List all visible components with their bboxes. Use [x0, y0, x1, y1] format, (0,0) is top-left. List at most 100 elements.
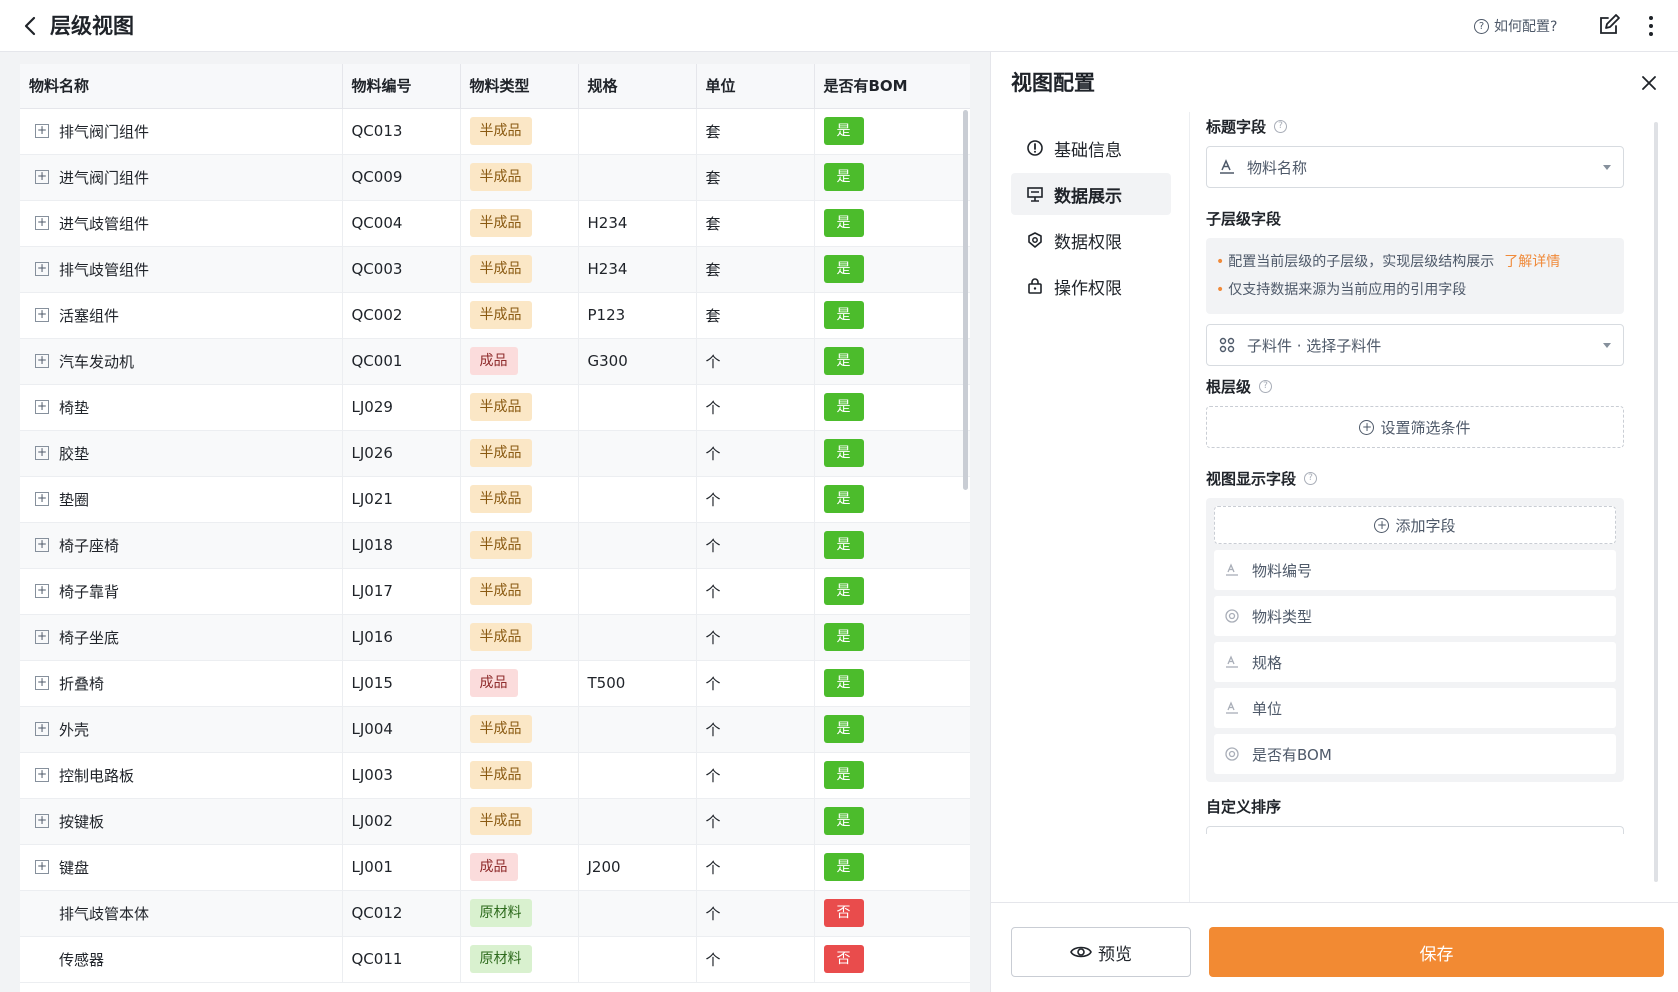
expand-icon[interactable]: +: [35, 446, 49, 460]
option-icon: [1224, 746, 1240, 762]
note-text: 仅支持数据来源为当前应用的引用字段: [1228, 282, 1467, 298]
expand-icon[interactable]: +: [35, 768, 49, 782]
expand-icon[interactable]: +: [35, 216, 49, 230]
table-row[interactable]: + 折叠椅 LJ015 成品 T500 个是: [20, 660, 970, 707]
material-type-cell: 半成品: [460, 614, 579, 661]
display-field-item[interactable]: 规格: [1214, 642, 1616, 682]
expand-icon[interactable]: +: [35, 860, 49, 874]
material-type-tag: 半成品: [469, 439, 532, 467]
close-button[interactable]: [1638, 72, 1660, 94]
nav-item-operation-permission[interactable]: 操作权限: [1011, 265, 1171, 307]
custom-sort-select[interactable]: [1206, 826, 1624, 834]
table-row[interactable]: + 排气歧管组件 QC003 半成品 H234 套是: [20, 246, 970, 293]
table-row[interactable]: + 进气阀门组件 QC009 半成品 套是: [20, 154, 970, 201]
expand-icon[interactable]: +: [35, 676, 49, 690]
display-field-label: 单位: [1252, 699, 1283, 718]
material-type-cell: 半成品: [460, 798, 579, 845]
display-field-item[interactable]: 是否有BOM: [1214, 734, 1616, 774]
expand-icon[interactable]: +: [35, 308, 49, 322]
expand-icon[interactable]: +: [35, 814, 49, 828]
config-scrollbar[interactable]: [1654, 122, 1658, 882]
expand-icon[interactable]: +: [35, 262, 49, 276]
table-scrollbar[interactable]: [963, 110, 968, 490]
back-button[interactable]: [18, 11, 42, 41]
expand-icon[interactable]: +: [35, 584, 49, 598]
table-row[interactable]: + 键盘 LJ001 成品 J200 个是: [20, 844, 970, 891]
table-row[interactable]: + 外壳 LJ004 半成品 个是: [20, 706, 970, 753]
bom-cell: 是: [814, 246, 970, 293]
display-field-item[interactable]: 物料类型: [1214, 596, 1616, 636]
expand-icon[interactable]: +: [35, 492, 49, 506]
bom-cell: 是: [814, 844, 970, 891]
help-hint-icon[interactable]: ?: [1259, 379, 1273, 393]
column-header[interactable]: 单位: [696, 64, 815, 109]
column-header[interactable]: 物料名称: [20, 64, 343, 109]
table-row[interactable]: + 进气歧管组件 QC004 半成品 H234 套是: [20, 200, 970, 247]
eye-icon: [1070, 946, 1092, 958]
material-name-cell: + 键盘: [20, 844, 343, 891]
table-row[interactable]: + 汽车发动机 QC001 成品 G300 个是: [20, 338, 970, 385]
expand-icon[interactable]: +: [35, 354, 49, 368]
expand-icon[interactable]: +: [35, 124, 49, 138]
display-fields-label: 视图显示字段 ?: [1206, 466, 1624, 490]
table-row[interactable]: + 垫圈 LJ021 半成品 个是: [20, 476, 970, 523]
material-type-tag: 半成品: [469, 531, 532, 559]
table-row[interactable]: + 椅垫 LJ029 半成品 个是: [20, 384, 970, 431]
bom-cell: 是: [814, 430, 970, 477]
table-row[interactable]: + 活塞组件 QC002 半成品 P123 套是: [20, 292, 970, 339]
column-header[interactable]: 物料编号: [342, 64, 461, 109]
spec-cell: [578, 890, 697, 937]
expand-icon[interactable]: +: [35, 400, 49, 414]
nav-item-data-permission[interactable]: 数据权限: [1011, 219, 1171, 261]
material-name: 进气歧管组件: [59, 214, 150, 233]
material-name: 折叠椅: [59, 674, 105, 693]
table-row[interactable]: + 胶垫 LJ026 半成品 个是: [20, 430, 970, 477]
help-hint-icon[interactable]: ?: [1304, 471, 1318, 485]
child-field-select[interactable]: 子料件 · 选择子料件: [1206, 324, 1624, 366]
expand-icon[interactable]: +: [35, 722, 49, 736]
save-button[interactable]: 保存: [1209, 927, 1664, 977]
material-name: 按键板: [59, 812, 105, 831]
set-filter-button[interactable]: + 设置筛选条件: [1206, 406, 1624, 448]
nav-item-basic-info[interactable]: 基础信息: [1011, 127, 1171, 169]
material-name: 胶垫: [59, 444, 90, 463]
edit-button[interactable]: [1597, 13, 1623, 39]
material-table: 物料名称 物料编号 物料类型 规格 单位 是否有BOM + 排气阀门组件 QC013 半成品套是…: [20, 64, 970, 992]
material-name: 外壳: [59, 720, 90, 739]
material-type-tag: 半成品: [469, 577, 532, 605]
help-hint-icon[interactable]: ?: [1274, 119, 1288, 133]
table-row[interactable]: + 控制电路板 LJ003 半成品 个是: [20, 752, 970, 799]
material-code-cell: LJ029: [342, 384, 461, 431]
column-header[interactable]: 规格: [578, 64, 697, 109]
nav-label: 操作权限: [1054, 278, 1122, 299]
table-row[interactable]: + 排气阀门组件 QC013 半成品 套是: [20, 108, 970, 155]
expand-icon[interactable]: +: [35, 630, 49, 644]
table-row[interactable]: + 椅子坐底 LJ016 半成品 个是: [20, 614, 970, 661]
table-row[interactable]: + 椅子座椅 LJ018 半成品 个是: [20, 522, 970, 569]
help-link[interactable]: ? 如何配置?: [1474, 14, 1557, 38]
expand-icon[interactable]: +: [35, 538, 49, 552]
unit-cell: 个: [696, 752, 815, 799]
column-header[interactable]: 是否有BOM: [814, 64, 970, 109]
add-field-button[interactable]: + 添加字段: [1214, 506, 1616, 544]
nav-item-data-display[interactable]: 数据展示: [1011, 173, 1171, 215]
unit-cell: 个: [696, 798, 815, 845]
column-header[interactable]: 物料类型: [460, 64, 579, 109]
material-type-cell: 半成品: [460, 200, 579, 247]
material-code-cell: QC001: [342, 338, 461, 385]
display-field-item[interactable]: 物料编号: [1214, 550, 1616, 590]
note-text: 配置当前层级的子层级，实现层级结构展示: [1228, 254, 1495, 270]
expand-icon[interactable]: +: [35, 170, 49, 184]
more-button[interactable]: [1642, 12, 1660, 40]
table-row[interactable]: + 按键板 LJ002 半成品 个是: [20, 798, 970, 845]
table-row[interactable]: + 椅子靠背 LJ017 半成品 个是: [20, 568, 970, 615]
table-row[interactable]: 排气歧管本体 QC012 原材料 个否: [20, 890, 970, 937]
table-row[interactable]: 传感器 QC011 原材料 个否: [20, 936, 970, 983]
material-code-cell: LJ021: [342, 476, 461, 523]
material-type-tag: 半成品: [469, 209, 532, 237]
bom-badge: 是: [823, 715, 864, 743]
title-field-select[interactable]: 物料名称: [1206, 146, 1624, 188]
display-field-item[interactable]: 单位: [1214, 688, 1616, 728]
preview-button[interactable]: 预览: [1011, 927, 1191, 977]
learn-more-link[interactable]: 了解详情: [1504, 254, 1560, 270]
